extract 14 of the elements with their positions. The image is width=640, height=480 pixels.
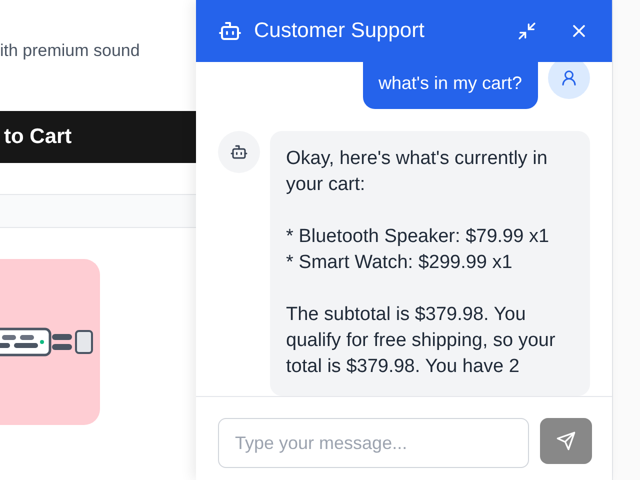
message-text: * Smart Watch: $299.99 x1 [286,251,514,275]
send-icon [556,431,576,451]
message-text: The subtotal is $379.98. You qualify for free shipping, so your total is $379.98. You have 2 [286,303,556,379]
product-description: ith premium sound [0,40,140,62]
message-text: Okay, here's what's currently in your cart: [286,147,548,197]
add-to-cart-button[interactable]: to Cart [0,111,196,163]
user-message: what's in my cart? [362,62,538,109]
user-icon [560,69,578,87]
robot-icon [230,143,248,161]
message-text: * Bluetooth Speaker: $79.99 x1 [286,225,550,249]
minimize-icon [517,21,537,41]
message-input[interactable]: Type your message... [218,418,529,468]
robot-icon [218,19,242,43]
chat-title: Customer Support [254,18,426,44]
